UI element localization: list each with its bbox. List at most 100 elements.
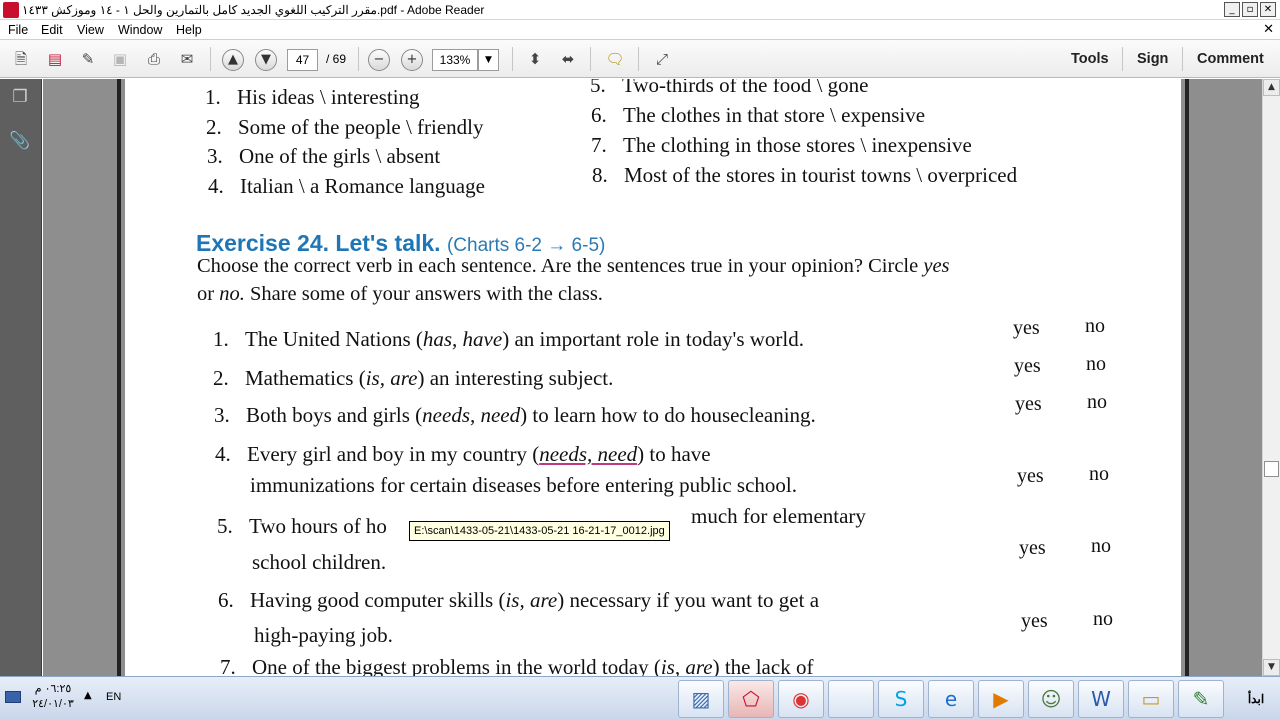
taskbar: ٠٦:٢٥ م ٢٤/٠١/٠٣ ▲ EN ▨ ⬠ ◉ S e ▶ ☺ W ▭ … xyxy=(0,676,1280,720)
tray-expand-icon[interactable]: ▲ xyxy=(84,690,92,701)
maximize-button[interactable]: ▫ xyxy=(1242,2,1258,17)
menu-help[interactable]: Help xyxy=(176,23,202,37)
comment-bubble-icon[interactable]: 🗨 xyxy=(603,48,627,70)
list-item: 3. One of the girls \ absent xyxy=(207,144,441,168)
share-icon[interactable]: ▤ xyxy=(43,48,67,70)
print-icon[interactable]: ⎙ xyxy=(142,48,166,70)
list-item: 2. Some of the people \ friendly xyxy=(206,115,484,139)
exercise-item: 6. Having good computer skills (is, are) … xyxy=(218,588,820,612)
adobe-reader-icon[interactable]: ⬠ xyxy=(728,680,774,718)
no-option: no xyxy=(1087,391,1107,413)
no-option: no xyxy=(1085,315,1105,337)
zoom-out-icon[interactable]: − xyxy=(368,49,390,71)
yes-option: yes xyxy=(1013,317,1040,339)
photo-viewer-icon[interactable]: ▨ xyxy=(678,680,724,718)
word-icon[interactable]: W xyxy=(1078,680,1124,718)
blank-app-icon[interactable] xyxy=(828,680,874,718)
exercise-item-continuation: school children. xyxy=(252,550,387,574)
toolbar-divider xyxy=(512,47,513,71)
zoom-dropdown-icon[interactable]: ▼ xyxy=(478,49,499,71)
exercise-item: 5. Two hours of ho xyxy=(217,514,387,538)
tools-button[interactable]: Tools xyxy=(1071,51,1109,67)
list-item: 5. Two-thirds of the food \ gone xyxy=(590,79,869,97)
yes-option: yes xyxy=(1021,610,1048,632)
clock-time: ٠٦:٢٥ م xyxy=(34,683,72,695)
scrollbar-thumb[interactable] xyxy=(1264,461,1279,477)
exercise-instruction: Choose the correct verb in each sentence… xyxy=(197,255,950,277)
exercise-chart-reference: (Charts 6-2 → 6-5) xyxy=(446,235,606,256)
close-window-button[interactable]: ✕ xyxy=(1260,2,1276,17)
zoom-level-input[interactable]: 133% xyxy=(432,49,478,71)
edit-icon[interactable]: ✎ xyxy=(76,48,100,70)
adobe-reader-app-icon xyxy=(3,2,19,18)
yes-option: yes xyxy=(1017,465,1044,487)
list-item: 8. Most of the stores in tourist towns \ … xyxy=(592,163,1018,187)
exercise-instruction: or no. Share some of your answers with t… xyxy=(197,283,603,305)
pen-icon[interactable]: ✎ xyxy=(1178,680,1224,718)
page-border-left xyxy=(117,79,121,676)
attachments-icon[interactable]: 📎 xyxy=(9,131,31,153)
document-viewer[interactable]: 1. His ideas \ interesting 2. Some of the … xyxy=(43,79,1262,676)
page-count: / 69 xyxy=(326,52,347,66)
exercise-item: 2. Mathematics (is, are) an interesting s… xyxy=(213,366,614,390)
show-desktop-icon[interactable] xyxy=(5,691,21,703)
page-up-icon[interactable]: ▲ xyxy=(222,49,244,71)
menu-window[interactable]: Window xyxy=(118,23,162,37)
exercise-item: 3. Both boys and girls (needs, need) to l… xyxy=(214,403,816,427)
language-indicator[interactable]: EN xyxy=(106,691,121,703)
scroll-up-icon[interactable]: ▲ xyxy=(1263,79,1280,96)
zoom-in-icon[interactable]: + xyxy=(401,49,423,71)
toolbar-divider xyxy=(1122,47,1123,71)
vertical-scrollbar[interactable]: ▲ ▼ xyxy=(1262,79,1280,676)
exercise-item-continuation: immunizations for certain diseases befor… xyxy=(250,473,797,497)
comment-button[interactable]: Comment xyxy=(1197,51,1264,67)
yes-option: yes xyxy=(1014,355,1041,377)
page-number-input[interactable]: 47 xyxy=(287,49,318,71)
page-border-right xyxy=(1185,79,1189,676)
no-option: no xyxy=(1091,535,1111,557)
menu-file[interactable]: File xyxy=(8,23,28,37)
page-down-icon[interactable]: ▼ xyxy=(255,49,277,71)
save-icon[interactable]: ▣ xyxy=(108,48,132,70)
list-item: 1. His ideas \ interesting xyxy=(205,85,420,109)
create-icon[interactable]: 🗎 xyxy=(9,48,33,70)
internet-explorer-icon[interactable]: e xyxy=(928,680,974,718)
list-item: 4. Italian \ a Romance language xyxy=(208,174,485,198)
exercise-item: 1. The United Nations (has, have) an impo… xyxy=(213,327,805,351)
menu-edit[interactable]: Edit xyxy=(41,23,63,37)
exercise-title: Exercise 24. Let's talk. (Charts 6-2 → 6… xyxy=(196,230,606,256)
toolbar-divider xyxy=(590,47,591,71)
yes-option: yes xyxy=(1015,393,1042,415)
chrome-icon[interactable]: ◉ xyxy=(778,680,824,718)
file-path-tooltip: E:\scan\1433-05-21\1433-05-21 16-21-17_0… xyxy=(409,521,670,541)
navigation-panel: ❐ 📎 xyxy=(0,79,42,676)
email-icon[interactable]: ✉ xyxy=(175,48,199,70)
toolbar-divider xyxy=(1182,47,1183,71)
no-option: no xyxy=(1086,353,1106,375)
exercise-item: 4. Every girl and boy in my country (need… xyxy=(215,442,711,466)
window-title: مقرر التركيب اللغوي الجديد كامل بالتماري… xyxy=(22,3,485,17)
start-button[interactable]: ابدأ xyxy=(1234,680,1278,718)
folder-icon[interactable]: ▭ xyxy=(1128,680,1174,718)
menu-view[interactable]: View xyxy=(77,23,104,37)
toolbar-divider xyxy=(210,47,211,71)
no-option: no xyxy=(1093,608,1113,630)
skype-icon[interactable]: S xyxy=(878,680,924,718)
media-player-icon[interactable]: ▶ xyxy=(978,680,1024,718)
exercise-item-continuation: high-paying job. xyxy=(254,623,393,647)
clock[interactable]: ٠٦:٢٥ م ٢٤/٠١/٠٣ xyxy=(27,682,79,712)
yes-option: yes xyxy=(1019,537,1046,559)
toolbar: 🗎 ▤ ✎ ▣ ⎙ ✉ ▲ ▼ 47 / 69 − + 133% ▼ ⬍ ⬌ 🗨… xyxy=(0,40,1280,78)
close-document-icon[interactable]: ✕ xyxy=(1263,22,1274,37)
page-thumbnails-icon[interactable]: ❐ xyxy=(9,87,31,109)
fit-page-icon[interactable]: ⬍ xyxy=(523,48,547,70)
fit-width-icon[interactable]: ⬌ xyxy=(556,48,580,70)
sign-button[interactable]: Sign xyxy=(1137,51,1168,67)
no-option: no xyxy=(1089,463,1109,485)
minimize-button[interactable]: _ xyxy=(1224,2,1240,17)
scroll-down-icon[interactable]: ▼ xyxy=(1263,659,1280,676)
exercise-item-partial: much for elementary xyxy=(691,504,866,528)
full-screen-icon[interactable]: ⤢ xyxy=(650,48,674,70)
users-icon[interactable]: ☺ xyxy=(1028,680,1074,718)
exercise-item: 7. One of the biggest problems in the wor… xyxy=(220,655,814,676)
